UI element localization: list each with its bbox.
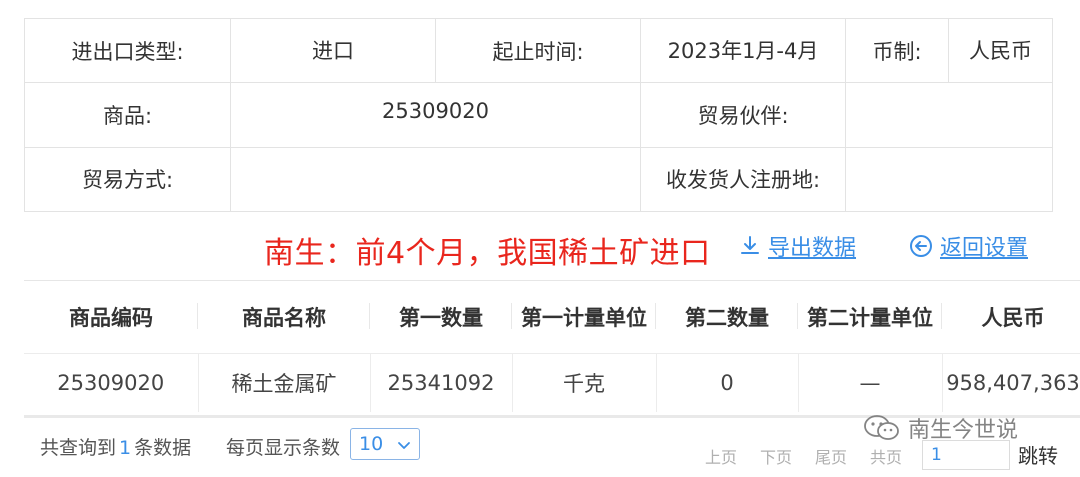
registration-place-value xyxy=(845,146,1053,213)
column-header: 商品名称 xyxy=(198,281,370,354)
column-header: 人民币 xyxy=(942,281,1080,354)
result-count: 共查询到 1 条数据 xyxy=(40,437,192,459)
column-header: 商品编码 xyxy=(24,281,198,354)
headline-caption: 南生：前4个月，我国稀土矿进口 xyxy=(264,236,711,271)
download-icon xyxy=(741,236,759,254)
back-to-settings-label: 返回设置 xyxy=(940,236,1029,261)
period-value: 2023年1月-4月 xyxy=(640,17,846,84)
watermark-text: 南生今世说 xyxy=(908,418,1019,443)
table-row: 25309020 稀土金属矿 25341092 千克 0 — 958,407,3… xyxy=(24,353,1080,412)
trade-mode-label: 贸易方式: xyxy=(24,146,231,213)
toolbar: 南生：前4个月，我国稀土矿进口 导出数据 返回设置 xyxy=(0,222,1080,272)
second-quantity-cell: 0 xyxy=(656,353,799,412)
trade-type-value: 进口 xyxy=(230,17,436,84)
product-name-cell: 稀土金属矿 xyxy=(198,353,371,412)
export-data-label: 导出数据 xyxy=(768,236,857,261)
export-data-link[interactable]: 导出数据 xyxy=(738,230,856,262)
per-page-label: 每页显示条数 xyxy=(226,437,341,459)
second-unit-cell: — xyxy=(798,353,943,412)
column-header: 第二计量单位 xyxy=(798,281,942,354)
jump-page-input[interactable]: 1 xyxy=(922,440,1010,470)
trade-type-label: 进出口类型: xyxy=(24,17,231,84)
results-table: 商品编码 商品名称 第一数量 第一计量单位 第二数量 第二计量单位 人民币 25… xyxy=(24,281,1080,412)
product-label: 商品: xyxy=(24,82,231,148)
back-to-settings-link[interactable]: 返回设置 xyxy=(908,230,1028,262)
per-page-select[interactable]: 10 xyxy=(350,428,420,460)
first-quantity-cell: 25341092 xyxy=(370,353,513,412)
product-value: 25309020 xyxy=(230,82,641,148)
results-panel: 商品编码 商品名称 第一数量 第一计量单位 第二数量 第二计量单位 人民币 25… xyxy=(24,280,1080,418)
last-page-button[interactable]: 尾页 xyxy=(815,444,847,468)
per-page-value: 10 xyxy=(359,433,384,455)
prev-page-button[interactable]: 上页 xyxy=(705,444,737,468)
jump-button[interactable]: 跳转 xyxy=(1018,440,1058,469)
column-header: 第二数量 xyxy=(656,281,798,354)
query-conditions-table: 进出口类型: 进口 起止时间: 2023年1月-4月 币制: 人民币 商品: 2… xyxy=(24,17,1053,213)
wechat-icon xyxy=(864,415,899,440)
result-count-number: 1 xyxy=(119,437,132,459)
back-arrow-icon xyxy=(910,235,932,257)
currency-value: 人民币 xyxy=(948,17,1053,84)
total-pages-label: 共页 xyxy=(870,448,903,467)
watermark: 南生今世说 xyxy=(862,412,1018,444)
column-header: 第一计量单位 xyxy=(512,281,656,354)
trade-mode-value xyxy=(230,146,641,213)
period-label: 起止时间: xyxy=(435,17,641,84)
product-code-cell: 25309020 xyxy=(24,353,199,412)
partner-label: 贸易伙伴: xyxy=(640,82,846,148)
registration-place-label: 收发货人注册地: xyxy=(640,146,846,213)
rmb-value-cell: 958,407,363 xyxy=(942,353,1080,412)
first-unit-cell: 千克 xyxy=(512,353,657,412)
chevron-down-icon xyxy=(398,442,410,449)
column-header: 第一数量 xyxy=(370,281,512,354)
currency-label: 币制: xyxy=(845,17,949,84)
next-page-button[interactable]: 下页 xyxy=(760,444,792,468)
partner-value xyxy=(845,82,1053,148)
